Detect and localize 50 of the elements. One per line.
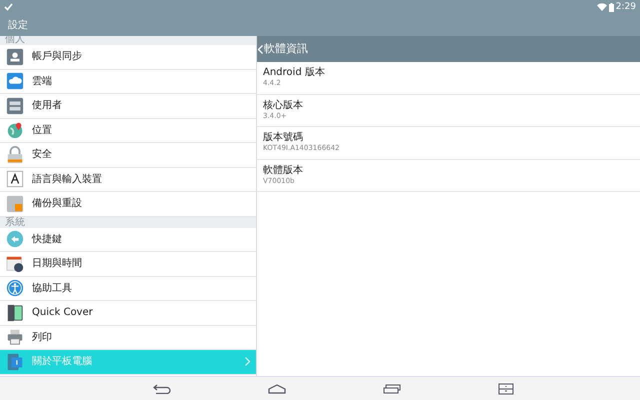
tablet-cover-icon	[6, 304, 24, 322]
wifi-icon	[596, 3, 607, 11]
info-label: 軟體版本	[263, 164, 304, 177]
globe-pin-icon	[6, 121, 24, 140]
check-icon	[4, 3, 13, 11]
chevron-right-icon	[245, 357, 250, 366]
settings-item-label: 帳戶與同步	[32, 50, 83, 64]
section-title: 系統	[5, 218, 25, 228]
settings-item-label: Quick Cover	[32, 306, 94, 320]
cloud-icon	[6, 72, 24, 90]
settings-item[interactable]: 位置	[0, 118, 256, 143]
settings-item-label: 快捷鍵	[32, 232, 63, 247]
settings-item-label: 位置	[32, 124, 53, 138]
tablet-info-icon	[6, 352, 24, 371]
settings-item-label: 列印	[32, 330, 53, 345]
settings-item-label: 協助工具	[32, 282, 73, 296]
settings-item-label: 日期與時間	[32, 256, 83, 272]
users-icon	[6, 96, 24, 115]
section-title: 個人	[5, 35, 25, 45]
back-icon[interactable]	[152, 384, 170, 394]
info-label: 核心版本	[263, 100, 304, 112]
lock-icon	[6, 146, 24, 164]
menu-icon[interactable]	[498, 382, 514, 394]
calendar-clock-icon	[6, 254, 24, 273]
clock-time: 2:29	[616, 2, 636, 12]
recent-apps-icon[interactable]	[382, 384, 400, 394]
battery-icon	[608, 2, 614, 12]
settings-item-label: 使用者	[32, 98, 63, 114]
person-icon	[6, 48, 24, 66]
settings-item-label: 雲端	[32, 74, 53, 89]
printer-icon	[6, 328, 24, 346]
shortcut-icon	[6, 230, 24, 248]
settings-item-label: 安全	[32, 148, 53, 162]
settings-item[interactable]: 列印	[0, 326, 256, 350]
back-chevron-icon[interactable]	[258, 44, 263, 54]
accessibility-icon	[6, 279, 24, 298]
letter-a-icon	[6, 170, 24, 188]
home-icon[interactable]	[268, 384, 286, 394]
settings-item-label: 備份與重設	[32, 196, 83, 212]
settings-item[interactable]: 快捷鍵	[0, 228, 256, 252]
settings-item[interactable]: 安全	[0, 143, 256, 168]
settings-item-label: 語言與輸入裝置	[32, 172, 103, 187]
settings-item[interactable]: 語言與輸入裝置	[0, 168, 256, 192]
info-label: Android 版本	[263, 67, 326, 80]
settings-item-label: 關於平板電腦	[32, 354, 93, 370]
app-title: 設定	[8, 18, 28, 32]
settings-item[interactable]: 雲端	[0, 70, 256, 94]
settings-item[interactable]: 協助工具	[0, 276, 256, 301]
info-label: 版本號碼	[263, 132, 304, 144]
detail-title: 軟體資訊	[264, 40, 308, 57]
